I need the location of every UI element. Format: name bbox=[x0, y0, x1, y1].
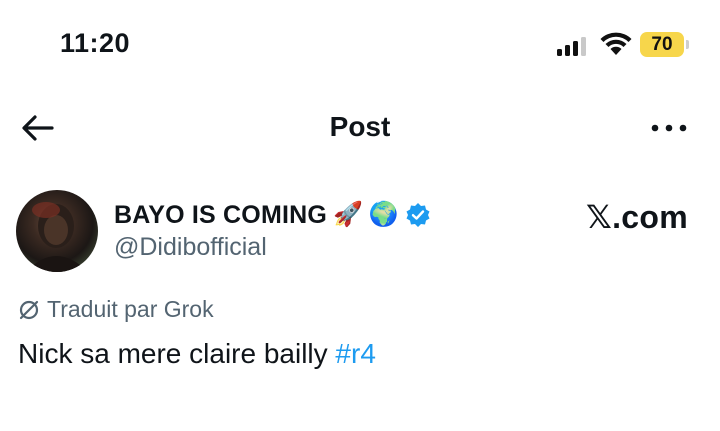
post-body: Nick sa mere claire bailly bbox=[18, 338, 336, 369]
page-title: Post bbox=[329, 111, 391, 142]
signal-bar bbox=[573, 41, 578, 56]
status-bar: 11:20 70 bbox=[0, 0, 720, 90]
signal-bar bbox=[565, 45, 570, 56]
post-author: BAYO IS COMING 🚀 🌍 @Didibofficial 𝕏.com bbox=[16, 190, 706, 280]
translation-label: Traduit par Grok bbox=[47, 296, 214, 322]
status-time: 11:20 bbox=[60, 28, 131, 58]
cellular-signal-icon bbox=[557, 34, 587, 56]
name-row: BAYO IS COMING 🚀 🌍 bbox=[114, 198, 431, 232]
translation-note[interactable]: Traduit par Grok bbox=[18, 296, 214, 323]
top-nav: Post bbox=[0, 100, 720, 158]
rocket-emoji: 🚀 bbox=[333, 201, 363, 228]
battery-indicator: 70 bbox=[640, 32, 684, 57]
avatar[interactable] bbox=[16, 190, 98, 272]
hashtag-link[interactable]: #r4 bbox=[335, 338, 375, 369]
site-watermark: 𝕏.com bbox=[586, 199, 688, 235]
grok-icon bbox=[19, 300, 39, 319]
wifi-icon bbox=[600, 32, 632, 55]
signal-bar bbox=[581, 37, 586, 56]
post-text: Nick sa mere claire bailly #r4 bbox=[18, 338, 376, 370]
user-handle[interactable]: @Didibofficial bbox=[114, 233, 267, 262]
display-name[interactable]: BAYO IS COMING bbox=[114, 201, 327, 230]
avatar-portrait bbox=[26, 202, 88, 272]
more-horizontal-icon[interactable] bbox=[650, 118, 688, 138]
globe-emoji: 🌍 bbox=[368, 201, 399, 228]
verified-badge-icon bbox=[406, 203, 430, 227]
signal-bar bbox=[557, 49, 562, 56]
battery-cap bbox=[686, 40, 689, 49]
